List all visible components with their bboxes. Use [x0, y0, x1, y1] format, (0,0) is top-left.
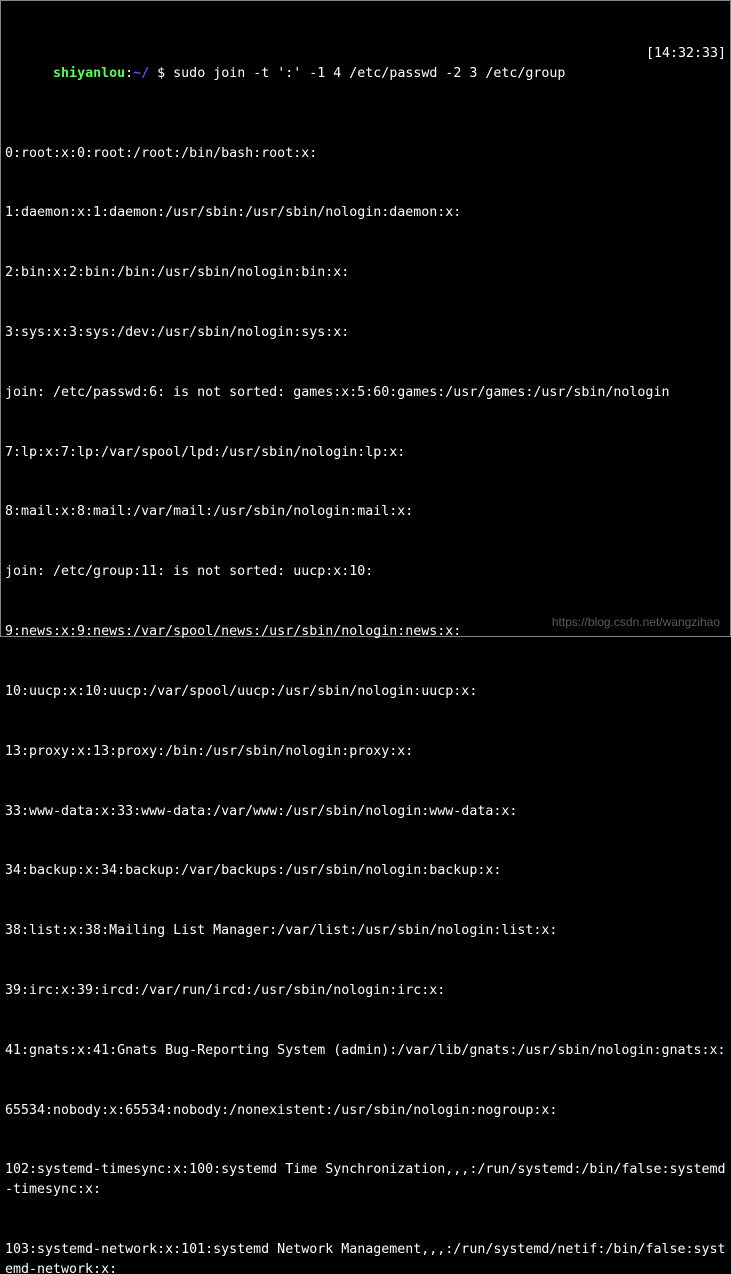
- output-line: 10:uucp:x:10:uucp:/var/spool/uucp:/usr/s…: [5, 682, 726, 702]
- output-line: 1:daemon:x:1:daemon:/usr/sbin:/usr/sbin/…: [5, 203, 726, 223]
- prompt-dollar: $: [149, 66, 173, 81]
- output-line: 34:backup:x:34:backup:/var/backups:/usr/…: [5, 861, 726, 881]
- prompt-path: ~/: [133, 66, 149, 81]
- output-line: join: /etc/group:11: is not sorted: uucp…: [5, 562, 726, 582]
- output-line: 7:lp:x:7:lp:/var/spool/lpd:/usr/sbin/nol…: [5, 443, 726, 463]
- timestamp-first: [14:32:33]: [636, 44, 726, 64]
- output-line: 2:bin:x:2:bin:/bin:/usr/sbin/nologin:bin…: [5, 263, 726, 283]
- output-line: 13:proxy:x:13:proxy:/bin:/usr/sbin/nolog…: [5, 742, 726, 762]
- terminal-window[interactable]: shiyanlou:~/ $ sudo join -t ':' -1 4 /et…: [5, 4, 726, 1274]
- watermark-text: https://blog.csdn.net/wangzihao: [552, 613, 720, 631]
- output-line: 0:root:x:0:root:/root:/bin/bash:root:x:: [5, 144, 726, 164]
- output-line: 103:systemd-network:x:101:systemd Networ…: [5, 1240, 726, 1274]
- output-line: 33:www-data:x:33:www-data:/var/www:/usr/…: [5, 802, 726, 822]
- output-line: 3:sys:x:3:sys:/dev:/usr/sbin/nologin:sys…: [5, 323, 726, 343]
- prompt-colon: :: [125, 66, 133, 81]
- output-line: 41:gnats:x:41:Gnats Bug-Reporting System…: [5, 1041, 726, 1061]
- output-line: 102:systemd-timesync:x:100:systemd Time …: [5, 1160, 726, 1200]
- output-line: join: /etc/passwd:6: is not sorted: game…: [5, 383, 726, 403]
- prompt-user-host: shiyanlou: [53, 66, 125, 81]
- command-text: sudo join -t ':' -1 4 /etc/passwd -2 3 /…: [173, 66, 565, 81]
- output-line: 38:list:x:38:Mailing List Manager:/var/l…: [5, 921, 726, 941]
- output-line: 39:irc:x:39:ircd:/var/run/ircd:/usr/sbin…: [5, 981, 726, 1001]
- output-line: 8:mail:x:8:mail:/var/mail:/usr/sbin/nolo…: [5, 502, 726, 522]
- output-line: 65534:nobody:x:65534:nobody:/nonexistent…: [5, 1101, 726, 1121]
- command-prompt-line: shiyanlou:~/ $ sudo join -t ':' -1 4 /et…: [5, 44, 726, 104]
